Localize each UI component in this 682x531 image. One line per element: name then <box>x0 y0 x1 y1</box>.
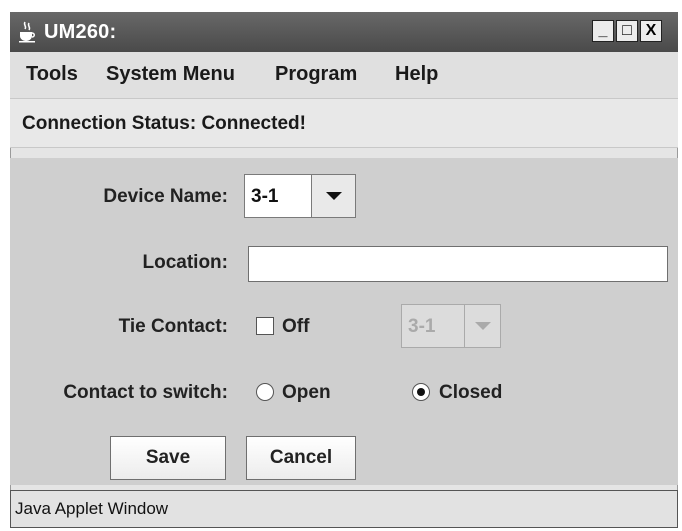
device-name-value: 3-1 <box>251 186 279 207</box>
open-radio[interactable] <box>256 383 274 401</box>
radio-selected-dot <box>417 388 425 396</box>
connection-status-row: Connection Status: Connected! <box>10 98 678 148</box>
tie-contact-select[interactable]: 3-1 <box>401 304 501 348</box>
menu-bar: Tools System Menu Program Help <box>10 52 678 98</box>
device-name-select[interactable]: 3-1 <box>244 174 356 218</box>
maximize-button[interactable]: □ <box>616 20 638 42</box>
chevron-down-icon <box>326 192 342 200</box>
tie-contact-checkbox-label: Off <box>282 316 310 337</box>
location-input[interactable] <box>248 246 668 282</box>
open-radio-label: Open <box>282 382 331 403</box>
window-title: UM260: <box>44 21 117 43</box>
cancel-button[interactable]: Cancel <box>246 436 356 480</box>
menu-tools[interactable]: Tools <box>26 63 78 86</box>
tie-contact-label: Tie Contact: <box>118 316 228 337</box>
tie-contact-dropdown-button[interactable] <box>464 305 500 347</box>
title-bar[interactable]: UM260: _ □ X <box>10 12 678 52</box>
java-cup-icon <box>19 21 35 43</box>
tie-contact-checkbox[interactable] <box>256 317 274 335</box>
applet-status-bar: Java Applet Window <box>10 490 678 528</box>
device-name-dropdown-button[interactable] <box>311 175 355 217</box>
applet-window: UM260: _ □ X Tools System Menu Program H… <box>10 12 678 528</box>
tie-contact-select-value: 3-1 <box>408 316 436 337</box>
save-button[interactable]: Save <box>110 436 226 480</box>
applet-warning-text: Java Applet Window <box>15 499 169 518</box>
menu-program[interactable]: Program <box>275 63 357 86</box>
chevron-down-icon <box>475 322 491 330</box>
closed-radio-label: Closed <box>439 382 503 403</box>
device-name-label: Device Name: <box>103 186 228 207</box>
location-label: Location: <box>142 252 229 273</box>
connection-status: Connection Status: Connected! <box>22 113 306 134</box>
close-button[interactable]: X <box>640 20 662 42</box>
minimize-button[interactable]: _ <box>592 20 614 42</box>
closed-radio[interactable] <box>412 383 430 401</box>
menu-system-menu[interactable]: System Menu <box>106 63 235 86</box>
contact-to-switch-label: Contact to switch: <box>63 382 228 403</box>
menu-help[interactable]: Help <box>395 63 438 86</box>
device-settings-panel: Device Name: 3-1 Location: Tie Contact: … <box>10 158 678 485</box>
